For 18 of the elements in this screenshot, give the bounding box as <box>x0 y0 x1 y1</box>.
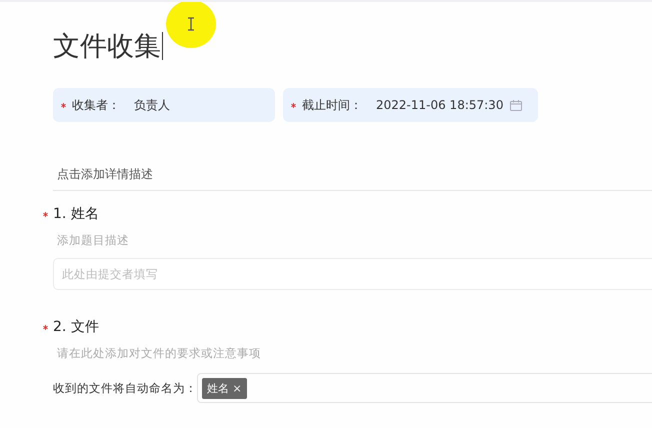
remove-tag-button[interactable]: × <box>232 382 242 394</box>
question-title[interactable]: 1. 姓名 <box>53 205 99 223</box>
field-value: 2022-11-06 18:57:30 <box>376 98 504 112</box>
form-title[interactable]: 文件收集 <box>53 28 161 64</box>
description-placeholder[interactable]: 点击添加详情描述 <box>57 166 652 190</box>
question-title[interactable]: 2. 文件 <box>53 318 99 336</box>
naming-field[interactable]: 姓名 × <box>197 373 652 403</box>
field-label: 截止时间： <box>302 96 362 114</box>
field-value: 负责人 <box>134 96 170 114</box>
form-field[interactable]: 截止时间： 2022-11-06 18:57:30 <box>283 88 538 122</box>
text-caret <box>162 32 163 60</box>
naming-label: 收到的文件将自动命名为： <box>53 380 197 396</box>
calendar-icon[interactable] <box>510 100 522 110</box>
field-label: 收集者： <box>72 96 120 114</box>
input-field[interactable]: 此处由提交者填写 <box>53 258 652 290</box>
form-field[interactable]: 收集者： 负责人 <box>53 88 275 122</box>
text-cursor-icon <box>187 17 195 31</box>
name-tag[interactable]: 姓名 × <box>202 378 247 398</box>
